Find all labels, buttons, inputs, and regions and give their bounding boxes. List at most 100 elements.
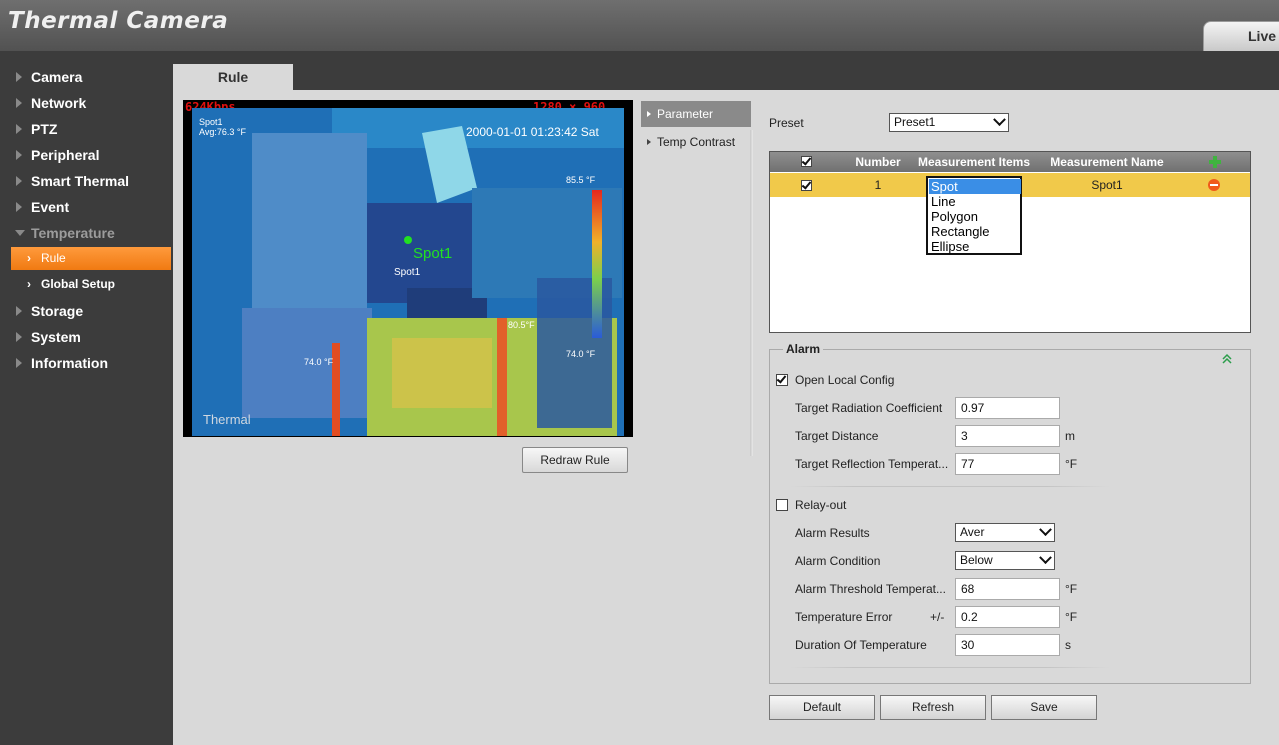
sidebar-item-peripheral[interactable]: Peripheral: [0, 142, 173, 168]
side-menu-temp-contrast[interactable]: Temp Contrast: [641, 129, 751, 155]
sidebar-item-label: Camera: [31, 69, 83, 85]
sidebar-item-ptz[interactable]: PTZ: [0, 116, 173, 142]
overlay-avg: Avg:76.3 °F: [199, 127, 246, 137]
sidebar-subitem-rule[interactable]: › Rule: [11, 247, 171, 270]
dropdown-option-spot[interactable]: Spot: [929, 179, 1021, 194]
sidebar-item-label: Temperature: [31, 225, 115, 241]
sidebar-item-label: Network: [31, 95, 87, 111]
duration-input[interactable]: 30: [955, 634, 1060, 656]
chevron-right-icon: [16, 332, 22, 342]
spot-marker-label: Spot1: [413, 245, 453, 262]
duration-unit: s: [1065, 638, 1071, 652]
scale-min-label: 74.0 °F: [566, 349, 596, 359]
dropdown-option-ellipse[interactable]: Ellipse: [929, 239, 1021, 254]
chevron-right-icon: [16, 124, 22, 134]
temp-error-unit: °F: [1065, 610, 1078, 624]
chevron-right-icon: [16, 150, 22, 160]
sidebar-item-system[interactable]: System: [0, 324, 173, 350]
divider: [790, 486, 1110, 487]
sidebar-item-label: Information: [31, 355, 108, 371]
alarm-results-label: Alarm Results: [795, 526, 870, 540]
preset-select[interactable]: Preset1: [889, 113, 1009, 132]
reflection-unit: °F: [1065, 457, 1078, 471]
distance-unit: m: [1065, 429, 1075, 443]
dropdown-option-line[interactable]: Line: [929, 194, 1021, 209]
chevron-down-icon: [1039, 551, 1052, 565]
caret-right-icon: [647, 111, 651, 117]
table-header: Number Measurement Items Measurement Nam…: [770, 152, 1250, 172]
app-header: Thermal Camera Live: [0, 0, 1279, 51]
chevron-down-icon: [15, 230, 25, 236]
default-button[interactable]: Default: [769, 695, 875, 720]
distance-input[interactable]: 3: [955, 425, 1060, 447]
sidebar-item-network[interactable]: Network: [0, 90, 173, 116]
temp-error-label: Temperature Error: [795, 610, 893, 624]
alarm-results-select[interactable]: Aver: [955, 523, 1055, 542]
chevron-down-icon: [993, 113, 1006, 127]
select-all-checkbox[interactable]: [801, 156, 812, 167]
redraw-rule-button[interactable]: Redraw Rule: [522, 447, 628, 473]
column-number: Number: [855, 155, 901, 169]
chevron-right-icon: [16, 72, 22, 82]
sidebar-item-information[interactable]: Information: [0, 350, 173, 376]
chevron-right-icon: ›: [27, 277, 31, 291]
chevron-right-icon: [16, 176, 22, 186]
channel-label: Thermal: [203, 412, 251, 427]
chevron-right-icon: [16, 358, 22, 368]
refresh-button[interactable]: Refresh: [880, 695, 986, 720]
delete-row-icon[interactable]: [1207, 178, 1221, 192]
app-title: Thermal Camera: [8, 8, 229, 34]
sidebar-item-smart-thermal[interactable]: Smart Thermal: [0, 168, 173, 194]
sidebar-item-event[interactable]: Event: [0, 194, 173, 220]
add-row-icon[interactable]: [1208, 155, 1222, 169]
open-local-config-checkbox[interactable]: [776, 374, 788, 386]
chevron-down-icon: [1039, 523, 1052, 537]
temp-mid-label: 80.5°F: [508, 320, 535, 330]
alarm-condition-select[interactable]: Below: [955, 551, 1055, 570]
sidebar-item-label: PTZ: [31, 121, 58, 137]
reflection-input[interactable]: 77: [955, 453, 1060, 475]
sidebar-item-label: Storage: [31, 303, 84, 319]
temp-error-prefix: +/-: [930, 610, 945, 624]
collapse-icon[interactable]: [1221, 353, 1233, 365]
duration-label: Duration Of Temperature: [795, 638, 927, 652]
measurement-item-dropdown[interactable]: Spot Line Polygon Rectangle Ellipse: [926, 176, 1022, 255]
dropdown-option-polygon[interactable]: Polygon: [929, 209, 1021, 224]
sidebar-item-temperature[interactable]: Temperature: [0, 220, 173, 246]
threshold-label: Alarm Threshold Temperat...: [795, 582, 946, 596]
dropdown-option-rectangle[interactable]: Rectangle: [929, 224, 1021, 239]
video-preview[interactable]: 624Kbps 1280 × 960 Spot1 Avg:76.3 °F 200…: [183, 100, 633, 437]
row-checkbox[interactable]: [801, 180, 812, 191]
preset-label: Preset: [769, 116, 804, 130]
tab-bar: [173, 51, 1279, 90]
tab-live[interactable]: Live: [1203, 21, 1279, 51]
side-menu-divider: [750, 130, 753, 456]
open-local-config-label: Open Local Config: [795, 373, 895, 387]
divider: [790, 667, 1110, 668]
temp-error-input[interactable]: 0.2: [955, 606, 1060, 628]
radiation-label: Target Radiation Coefficient: [795, 401, 943, 415]
scale-max-label: 85.5 °F: [566, 175, 596, 185]
sidebar-item-camera[interactable]: Camera: [0, 64, 173, 90]
alarm-title: Alarm: [783, 342, 824, 356]
sidebar-item-label: System: [31, 329, 81, 345]
reflection-label: Target Reflection Temperat...: [795, 457, 949, 471]
tab-rule[interactable]: Rule: [173, 64, 293, 90]
save-button[interactable]: Save: [991, 695, 1097, 720]
row-measurement-name[interactable]: Spot1: [1042, 173, 1172, 197]
threshold-input[interactable]: 68: [955, 578, 1060, 600]
sidebar-subitem-label: Global Setup: [41, 277, 116, 291]
alarm-condition-label: Alarm Condition: [795, 554, 881, 568]
radiation-input[interactable]: 0.97: [955, 397, 1060, 419]
chevron-right-icon: ›: [27, 251, 31, 265]
sidebar-item-storage[interactable]: Storage: [0, 298, 173, 324]
overlay-spot-name: Spot1: [199, 117, 223, 127]
side-menu-parameter[interactable]: Parameter: [641, 101, 751, 127]
sidebar: Camera Network PTZ Peripheral Smart Ther…: [0, 51, 173, 745]
alarm-condition-value: Below: [960, 553, 993, 567]
threshold-unit: °F: [1065, 582, 1078, 596]
spot-small-label: Spot1: [394, 267, 421, 278]
sidebar-subitem-global-setup[interactable]: › Global Setup: [11, 273, 171, 296]
sidebar-subitem-label: Rule: [41, 251, 66, 265]
relay-out-checkbox[interactable]: [776, 499, 788, 511]
